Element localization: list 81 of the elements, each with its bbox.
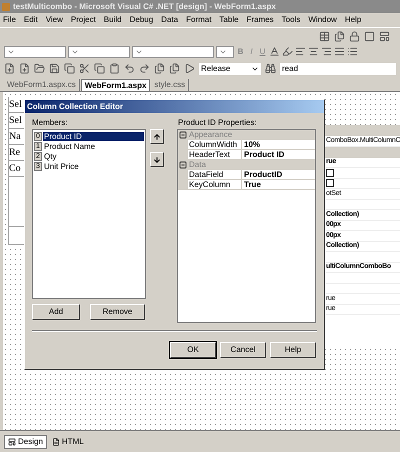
layout-icon[interactable] [379, 30, 390, 42]
menu-item[interactable]: Debug [130, 14, 154, 26]
members-label: Members: [32, 117, 69, 129]
dialog-button[interactable]: OK [170, 342, 216, 358]
view-tab[interactable]: HTML [48, 434, 87, 448]
property-value[interactable]: 10% [242, 140, 315, 149]
property-name: HeaderText [188, 150, 242, 159]
dropdown[interactable] [4, 46, 66, 58]
table-icon[interactable] [319, 30, 330, 42]
configuration-dropdown[interactable]: Release [199, 62, 261, 74]
lock-icon[interactable] [349, 30, 360, 42]
menu-item[interactable]: Help [344, 14, 362, 26]
start-icon[interactable] [184, 63, 195, 74]
paste-icon[interactable] [109, 63, 120, 74]
redo-icon[interactable] [139, 63, 150, 74]
member-item[interactable]: Qty [43, 152, 144, 160]
collapse-icon[interactable] [179, 131, 187, 139]
property-name: DataField [188, 170, 242, 179]
new-project-icon[interactable] [4, 63, 15, 74]
undo-icon[interactable] [124, 63, 135, 74]
member-item[interactable]: Product ID [43, 132, 144, 140]
save-icon[interactable] [49, 63, 60, 74]
property-value[interactable]: True [242, 180, 315, 189]
document-tab[interactable]: WebForm1.aspx [80, 79, 150, 91]
menu-item[interactable]: Format [186, 14, 212, 26]
menu-item[interactable]: Build [104, 14, 122, 26]
design-icon [8, 438, 16, 446]
property-value[interactable]: Product ID [242, 150, 315, 159]
category-label: Appearance [189, 129, 232, 141]
move-down-button[interactable] [150, 152, 164, 167]
align-center-icon[interactable] [308, 46, 319, 57]
document-tab[interactable]: WebForm1.aspx.cs [4, 79, 80, 91]
menu-item[interactable]: Data [161, 14, 178, 26]
open-folder-icon[interactable] [34, 63, 45, 74]
window-title: testMulticombo - Microsoft Visual C# .NET [design] - WebForm1.aspx [13, 0, 276, 12]
down-arrow-icon [153, 156, 161, 164]
add-item-icon[interactable] [19, 63, 30, 74]
dropdown[interactable] [216, 46, 234, 58]
checkbox[interactable] [326, 179, 334, 188]
cut-icon[interactable] [79, 63, 90, 74]
menu-item[interactable]: Window [308, 14, 337, 26]
binoculars-icon[interactable] [265, 63, 276, 74]
square-icon[interactable] [364, 30, 375, 42]
view-tab[interactable]: Design [4, 434, 47, 448]
dropdown[interactable] [132, 46, 214, 58]
dialog-title: Column Collection Editor [27, 100, 123, 112]
menu-item[interactable]: Tools [282, 14, 300, 26]
property-name: ColumnWidth [188, 140, 242, 149]
align-right-icon[interactable] [321, 46, 332, 57]
category-label: Data [189, 159, 206, 171]
html-icon [52, 438, 60, 446]
copy-icon[interactable] [94, 63, 105, 74]
menu-item[interactable]: Frames [246, 14, 274, 26]
checkbox[interactable] [326, 168, 334, 177]
properties-label: Product ID Properties: [177, 117, 258, 129]
menu-item[interactable]: File [3, 14, 16, 26]
menu-item[interactable]: Edit [24, 14, 38, 26]
menu-item[interactable]: Project [70, 14, 96, 26]
list-icon[interactable] [347, 46, 358, 57]
menu-item[interactable]: Table [219, 14, 239, 26]
dialog-button[interactable]: Add [32, 304, 80, 320]
member-item[interactable]: Unit Price [43, 162, 144, 170]
justify-icon[interactable] [334, 46, 345, 57]
document-tab[interactable]: style.css [151, 79, 190, 91]
app-icon [2, 2, 10, 10]
highlight-icon[interactable] [282, 46, 293, 57]
member-item[interactable]: Product Name [43, 142, 144, 150]
property-value[interactable]: ProductID [242, 170, 315, 179]
collapse-icon[interactable] [179, 161, 187, 169]
dialog-button[interactable]: Remove [90, 304, 145, 320]
font-color-icon[interactable] [269, 46, 280, 57]
find-field[interactable]: read [280, 62, 396, 74]
dialog-button[interactable]: Help [270, 342, 316, 358]
align-left-icon[interactable] [295, 46, 306, 57]
move-up-button[interactable] [150, 129, 164, 144]
menu-item[interactable]: View [46, 14, 63, 26]
dialog-button[interactable]: Cancel [220, 342, 266, 358]
pages-icon[interactable] [334, 30, 345, 42]
property-name: KeyColumn [188, 180, 242, 189]
dropdown[interactable] [68, 46, 130, 58]
up-arrow-icon [153, 132, 161, 140]
